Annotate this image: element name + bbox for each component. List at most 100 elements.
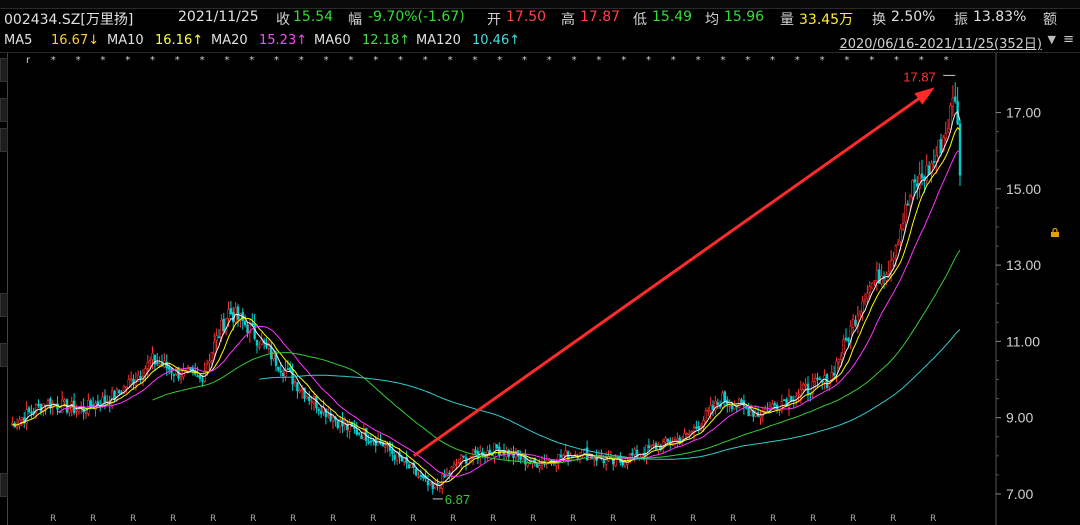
candle-body xyxy=(697,425,700,430)
top-event-marker: * xyxy=(869,55,874,66)
candle-body xyxy=(158,363,161,366)
candle-body xyxy=(813,378,817,382)
candlestick-chart[interactable]: 17.00 15.00 13.00 11.00 9.00 7.00 17.87 6.87 r * *… xyxy=(8,53,1080,525)
candle-body xyxy=(49,398,52,409)
top-event-marker: * xyxy=(224,55,229,66)
top-event-marker: * xyxy=(348,55,353,66)
bottom-event-marker: R xyxy=(210,514,216,524)
candle-body xyxy=(911,179,914,198)
lock-icon[interactable] xyxy=(1050,228,1060,237)
top-event-marker: * xyxy=(547,55,552,66)
candle-body xyxy=(198,375,202,380)
candle-body xyxy=(139,376,142,379)
candle-body xyxy=(222,318,225,332)
top-event-marker: * xyxy=(572,55,577,66)
candle-body xyxy=(215,335,218,341)
candle-body xyxy=(863,299,867,303)
top-event-marker: * xyxy=(398,55,403,66)
candle-body xyxy=(946,128,950,133)
top-event-marker: * xyxy=(696,55,701,66)
candle-body xyxy=(293,381,297,383)
candle-body xyxy=(115,389,119,401)
ma60-value: 12.18↑ xyxy=(362,33,411,48)
top-event-marker: * xyxy=(274,55,279,66)
top-event-marker: * xyxy=(249,55,254,66)
bottom-event-marker: R xyxy=(50,514,56,524)
candle-body xyxy=(749,411,753,417)
side-tab[interactable] xyxy=(0,98,8,122)
candle-body xyxy=(647,445,651,449)
candle-body xyxy=(949,105,952,130)
candle-body xyxy=(474,449,477,454)
side-tab[interactable] xyxy=(0,58,8,82)
low-mark-label: 6.87 xyxy=(445,492,470,507)
candle-body xyxy=(733,405,736,410)
candle-body xyxy=(172,374,176,376)
candle-body xyxy=(156,362,159,365)
ma120-line xyxy=(259,329,961,460)
top-event-marker: * xyxy=(200,55,205,66)
candle-body xyxy=(709,405,712,412)
bottom-event-marker: R xyxy=(810,514,816,524)
candle-body xyxy=(764,408,767,412)
candle-body xyxy=(889,260,893,272)
candle-body xyxy=(666,438,670,442)
top-event-marker: * xyxy=(795,55,800,66)
candle-body xyxy=(650,444,653,447)
candle-body xyxy=(431,482,434,489)
ma5-value: 16.67↓ xyxy=(51,33,100,48)
bottom-event-marker: R xyxy=(730,514,736,524)
top-event-marker: * xyxy=(844,55,849,66)
candle-body xyxy=(633,449,636,455)
bottom-event-marker: R xyxy=(930,514,936,524)
date-range[interactable]: 2020/06/16-2021/11/25(352日) xyxy=(839,33,1042,52)
stock-code-name[interactable]: 002434.SZ[万里扬] xyxy=(4,9,133,29)
trend-arrow-head xyxy=(914,87,935,105)
ma20-label[interactable]: MA20 xyxy=(211,33,248,48)
candle-body xyxy=(901,223,905,230)
bottom-event-marker: R xyxy=(450,514,456,524)
bottom-event-marker: R xyxy=(410,514,416,524)
candle-body xyxy=(417,476,420,478)
ma5-label[interactable]: MA5 xyxy=(4,33,32,48)
candle-body xyxy=(410,463,413,468)
low-value: 15.49 xyxy=(652,9,693,25)
ma10-label[interactable]: MA10 xyxy=(107,33,144,48)
candle-body xyxy=(151,353,154,360)
candle-body xyxy=(866,293,869,300)
ma10-value: 16.16↑ xyxy=(155,33,204,48)
candle-body xyxy=(906,203,909,206)
candle-body xyxy=(362,429,366,440)
quote-info-bar: 002434.SZ[万里扬] 2021/11/25 收 15.54 幅 -9.7… xyxy=(0,9,1080,29)
candle-body xyxy=(875,269,879,281)
candle-body xyxy=(638,454,641,458)
ma10-line xyxy=(12,126,961,483)
ma60-label[interactable]: MA60 xyxy=(314,33,351,48)
bottom-event-marker: R xyxy=(290,514,296,524)
amplitude-value: 13.83% xyxy=(973,9,1027,25)
candle-body xyxy=(593,458,596,460)
candle-body xyxy=(20,417,24,421)
candle-body xyxy=(89,400,92,408)
top-event-marker: * xyxy=(175,55,180,66)
candle-body xyxy=(759,415,762,419)
bottom-event-marker: R xyxy=(330,514,336,524)
top-event-marker: * xyxy=(100,55,105,66)
open-label: 开 xyxy=(487,12,501,28)
candle-body xyxy=(887,271,890,275)
ma120-label[interactable]: MA120 xyxy=(416,33,461,48)
close-value: 15.54 xyxy=(293,9,334,25)
candle-body xyxy=(229,308,233,315)
side-tab[interactable] xyxy=(0,343,8,367)
triangle-down-icon[interactable]: ▼ xyxy=(1048,33,1056,46)
side-tab[interactable] xyxy=(0,473,8,497)
side-tab[interactable] xyxy=(0,128,8,152)
left-side-strip xyxy=(0,53,8,525)
side-tab[interactable] xyxy=(0,293,8,317)
candle-body xyxy=(771,403,774,408)
candle-body xyxy=(305,396,309,399)
candle-body xyxy=(462,455,465,458)
candle-body xyxy=(407,464,411,469)
top-event-marker: r xyxy=(26,55,31,66)
settings-icon[interactable]: ≡ xyxy=(1063,32,1074,47)
